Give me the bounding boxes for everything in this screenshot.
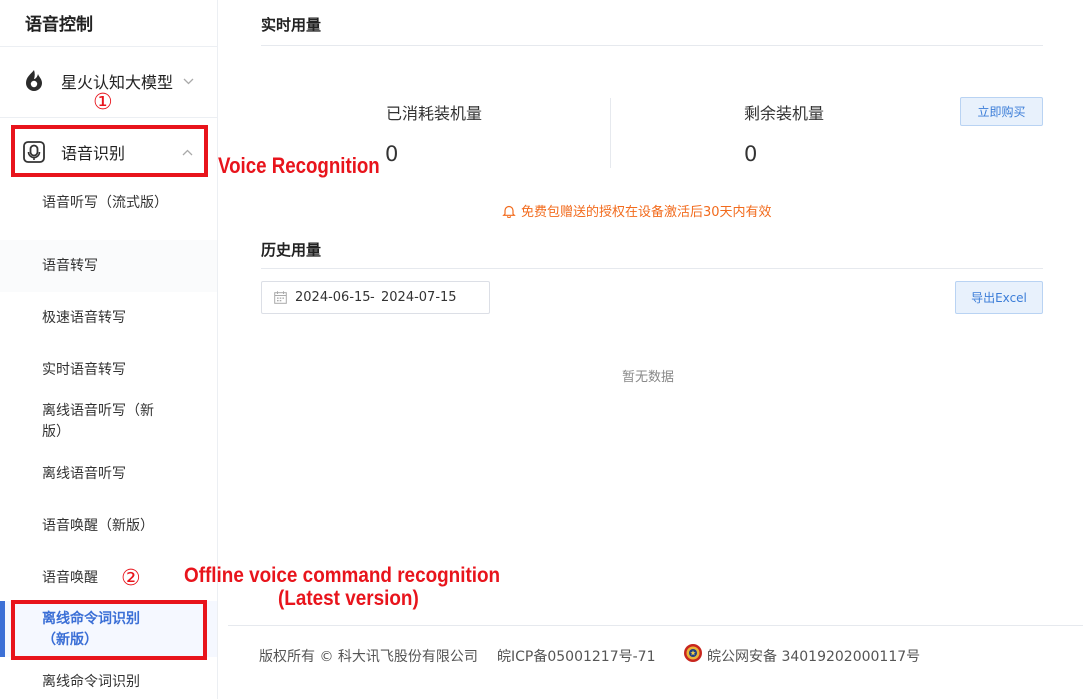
sidebar-item-label: 离线命令词识别 <box>42 674 140 690</box>
date-start: 2024-06-15 <box>295 290 371 305</box>
sidebar-group-label: 星火认知大模型 <box>61 73 174 92</box>
date-end: 2024-07-15 <box>381 290 457 305</box>
sidebar-item-offline-command[interactable]: 离线命令词识别 <box>0 665 217 699</box>
police-badge-icon <box>683 643 703 663</box>
realtime-section-title: 实时用量 <box>261 16 322 34</box>
sidebar-divider <box>0 46 217 47</box>
annotation-box-offline-command <box>11 600 207 660</box>
annotation-offline-line1: Offline voice command recognition <box>184 564 501 587</box>
notice-text: 免费包赠送的授权在设备激活后30天内有效 <box>521 205 772 220</box>
annotation-number-1: ① <box>93 90 113 115</box>
sidebar-item-label: 离线语音听写 <box>42 466 126 482</box>
stat-divider <box>610 98 611 168</box>
flame-logo-icon <box>22 69 46 93</box>
footer-divider <box>228 625 1083 626</box>
buy-now-button[interactable]: 立即购买 <box>960 97 1043 126</box>
date-separator: - <box>370 290 375 305</box>
consumed-value: 0 <box>385 142 399 166</box>
sidebar-divider <box>0 117 217 118</box>
calendar-icon <box>274 291 287 304</box>
sidebar-item-label: 实时语音转写 <box>42 362 126 378</box>
annotation-box-voice-recognition <box>11 125 208 177</box>
section-divider <box>261 268 1043 269</box>
sidebar-item-label: 语音唤醒（新版） <box>42 518 154 534</box>
chevron-down-icon <box>183 74 194 88</box>
section-divider <box>261 45 1043 46</box>
export-excel-button[interactable]: 导出Excel <box>955 281 1043 314</box>
footer-copyright: 版权所有 © 科大讯飞股份有限公司 <box>259 649 478 665</box>
notice: 免费包赠送的授权在设备激活后30天内有效 <box>502 201 772 220</box>
active-indicator <box>0 601 5 657</box>
page: 语音控制 星火认知大模型 语音识别 语音听写（流式版） 语音转写 极速语音转写 … <box>0 0 1083 699</box>
history-section-title: 历史用量 <box>261 241 322 259</box>
annotation-offline-line2: (Latest version) <box>278 587 419 610</box>
footer-icp-link[interactable]: 皖ICP备05001217号-71 <box>497 646 655 666</box>
sidebar-item-transcription[interactable]: 语音转写 <box>0 240 217 292</box>
sidebar-item-label: 离线语音听写（新版） <box>42 403 154 440</box>
annotation-voice-recognition: Voice Recognition <box>218 153 380 178</box>
annotation-number-2: ② <box>121 566 141 591</box>
sidebar-item-offline-dictation-new[interactable]: 离线语音听写（新版） <box>0 401 217 447</box>
sidebar-item-wakeup-new[interactable]: 语音唤醒（新版） <box>0 507 217 549</box>
sidebar-item-realtime-transcription[interactable]: 实时语音转写 <box>0 350 217 392</box>
sidebar-item-label: 语音唤醒 <box>42 570 98 586</box>
sidebar-item-dictation-stream[interactable]: 语音听写（流式版） <box>0 193 217 237</box>
consumed-label: 已消耗装机量 <box>386 104 483 123</box>
bell-icon <box>502 204 516 218</box>
remaining-value: 0 <box>744 142 758 166</box>
sidebar-item-label: 极速语音转写 <box>42 310 126 326</box>
remaining-label: 剩余装机量 <box>744 104 825 123</box>
sidebar-title: 语音控制 <box>25 15 93 35</box>
empty-state-text: 暂无数据 <box>622 370 675 385</box>
date-range-picker[interactable]: 2024-06-15 - 2024-07-15 <box>261 281 490 314</box>
footer-police-link[interactable]: 皖公网安备 34019202000117号 <box>707 646 920 666</box>
sidebar-item-fast-transcription[interactable]: 极速语音转写 <box>0 298 217 340</box>
sidebar-item-offline-dictation[interactable]: 离线语音听写 <box>0 455 217 497</box>
sidebar-item-label: 语音转写 <box>42 258 98 274</box>
sidebar-item-label: 语音听写（流式版） <box>42 195 168 211</box>
